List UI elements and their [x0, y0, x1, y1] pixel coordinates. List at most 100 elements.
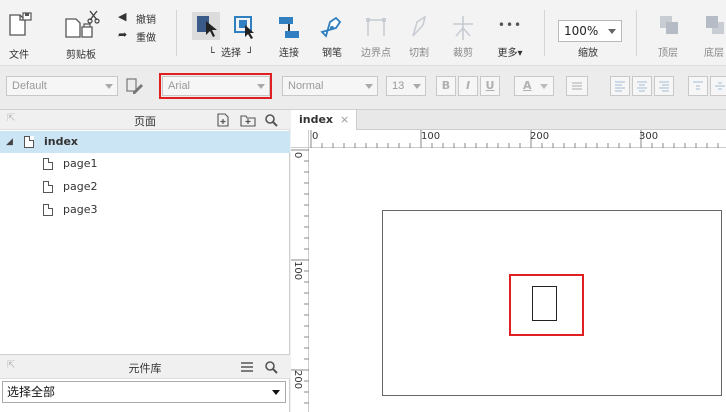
font-highlight-box: [159, 73, 272, 99]
expand-triangle-icon[interactable]: ◢: [6, 131, 13, 153]
canvas-small-shape[interactable]: [532, 286, 557, 321]
valign-top-button[interactable]: [688, 76, 708, 96]
more-button[interactable]: ••• 更多▾: [490, 10, 530, 59]
add-page-icon[interactable]: [216, 113, 230, 127]
v-tick-label: 0: [292, 152, 303, 159]
valign-middle-button[interactable]: [710, 76, 726, 96]
chevron-down-icon: [540, 84, 548, 89]
page-icon: [43, 158, 53, 170]
chevron-down-icon: [413, 84, 421, 89]
more-dots-icon: •••: [497, 18, 523, 32]
file-label: 文件: [9, 50, 29, 61]
horizontal-ruler-ticks: [310, 130, 719, 148]
tree-item-page3[interactable]: page3: [0, 199, 290, 221]
main-toolbar: 文件 剪贴板 ◀ 撤销 ➦ 重做 └ 选择 ┘ 连接 钢笔 边界点 切割 裁剪 …: [0, 0, 726, 66]
select-contain-icon[interactable]: [232, 14, 258, 40]
menu-icon[interactable]: [240, 360, 254, 374]
tree-item-index[interactable]: ◢ index: [0, 131, 290, 153]
add-folder-icon[interactable]: [240, 113, 256, 127]
vertical-ruler: 0 100 200: [291, 148, 309, 412]
tree-item-page2[interactable]: page2: [0, 176, 290, 198]
pages-panel-header: ⇱ 页面: [0, 110, 290, 130]
undo-button[interactable]: ◀ 撤销: [118, 10, 162, 26]
tab-index[interactable]: index ×: [291, 110, 357, 130]
zoom-select[interactable]: 100%: [558, 20, 622, 42]
style-edit-icon[interactable]: [124, 77, 144, 95]
align-center-button[interactable]: [632, 76, 652, 96]
chevron-down-icon: [272, 390, 280, 395]
style-value: Default: [12, 80, 47, 92]
document-tabbar: index ×: [291, 110, 726, 130]
endpoint-icon: [366, 18, 386, 36]
bullet-list-button[interactable]: [566, 76, 588, 96]
h-tick-label: 0: [312, 131, 319, 142]
connect-label: 连接: [279, 48, 299, 59]
list-icon: [572, 82, 582, 90]
valign-top-icon: [693, 81, 703, 90]
bring-to-front-button[interactable]: 顶层: [650, 10, 686, 59]
ruler-corner: [291, 130, 309, 148]
select-intersect-icon[interactable]: [192, 12, 220, 40]
cut-label: 切割: [409, 48, 429, 59]
font-color-icon: A: [523, 79, 532, 92]
connect-button[interactable]: 连接: [274, 10, 304, 59]
zoom-label: 缩放: [578, 48, 598, 59]
page-icon: [43, 181, 53, 193]
endpoint-label: 边界点: [361, 48, 391, 59]
page-icon: [43, 204, 53, 216]
redo-button[interactable]: ➦ 重做: [118, 28, 162, 44]
file-button[interactable]: 文件: [4, 6, 34, 61]
send-to-back-icon: [706, 16, 724, 34]
h-tick-label: 300: [639, 131, 659, 142]
pen-label: 钢笔: [322, 48, 342, 59]
chevron-down-icon: [105, 84, 113, 89]
undo-label: 撤销: [136, 15, 156, 26]
connect-icon: [279, 17, 299, 38]
more-label: 更多▾: [497, 48, 523, 59]
send-to-back-button[interactable]: 底层: [696, 10, 726, 59]
font-size-value: 13: [392, 80, 405, 92]
select-button[interactable]: └ 选择 ┘: [192, 10, 270, 59]
font-size-select[interactable]: 13: [386, 76, 426, 96]
italic-button[interactable]: I: [458, 76, 478, 96]
horizontal-ruler: 0 100 200 300: [309, 130, 726, 148]
search-icon[interactable]: [264, 113, 278, 127]
page-icon: [24, 136, 34, 148]
clipboard-label: 剪贴板: [66, 50, 96, 61]
library-select[interactable]: 选择全部: [2, 381, 286, 403]
endpoint-button[interactable]: 边界点: [356, 10, 396, 59]
crop-label: 裁剪: [453, 48, 473, 59]
chevron-down-icon: [608, 29, 616, 34]
tree-item-label: page3: [63, 203, 98, 216]
clipboard-icon: [65, 10, 100, 38]
crop-button[interactable]: 裁剪: [448, 10, 478, 59]
tab-label: index: [299, 113, 334, 126]
font-weight-value: Normal: [288, 80, 324, 92]
top-layer-label: 顶层: [658, 48, 678, 59]
search-icon[interactable]: [264, 360, 278, 374]
library-panel: ⇱ 元件库 选择全部: [0, 354, 290, 412]
align-right-button[interactable]: [654, 76, 674, 96]
h-tick-label: 200: [530, 131, 550, 142]
valign-middle-icon: [715, 82, 725, 90]
zoom-value: 100%: [564, 24, 599, 38]
cut-button[interactable]: 切割: [404, 10, 434, 59]
clipboard-button[interactable]: 剪贴板: [60, 6, 102, 61]
close-icon[interactable]: ×: [340, 110, 349, 129]
underline-button[interactable]: U: [480, 76, 500, 96]
font-weight-select[interactable]: Normal: [282, 76, 378, 96]
bold-button[interactable]: B: [436, 76, 456, 96]
tree-item-label: index: [44, 135, 79, 148]
style-select[interactable]: Default: [6, 76, 118, 96]
align-left-button[interactable]: [610, 76, 630, 96]
font-color-button[interactable]: A: [514, 76, 554, 96]
align-center-icon: [637, 81, 647, 92]
crop-icon: [453, 16, 473, 40]
tree-item-page1[interactable]: page1: [0, 153, 290, 175]
pen-icon: [320, 16, 342, 38]
library-select-value: 选择全部: [7, 385, 56, 399]
h-tick-label: 100: [421, 131, 441, 142]
tree-item-label: page2: [63, 180, 98, 193]
redo-label: 重做: [136, 33, 156, 44]
pen-button[interactable]: 钢笔: [314, 10, 350, 59]
